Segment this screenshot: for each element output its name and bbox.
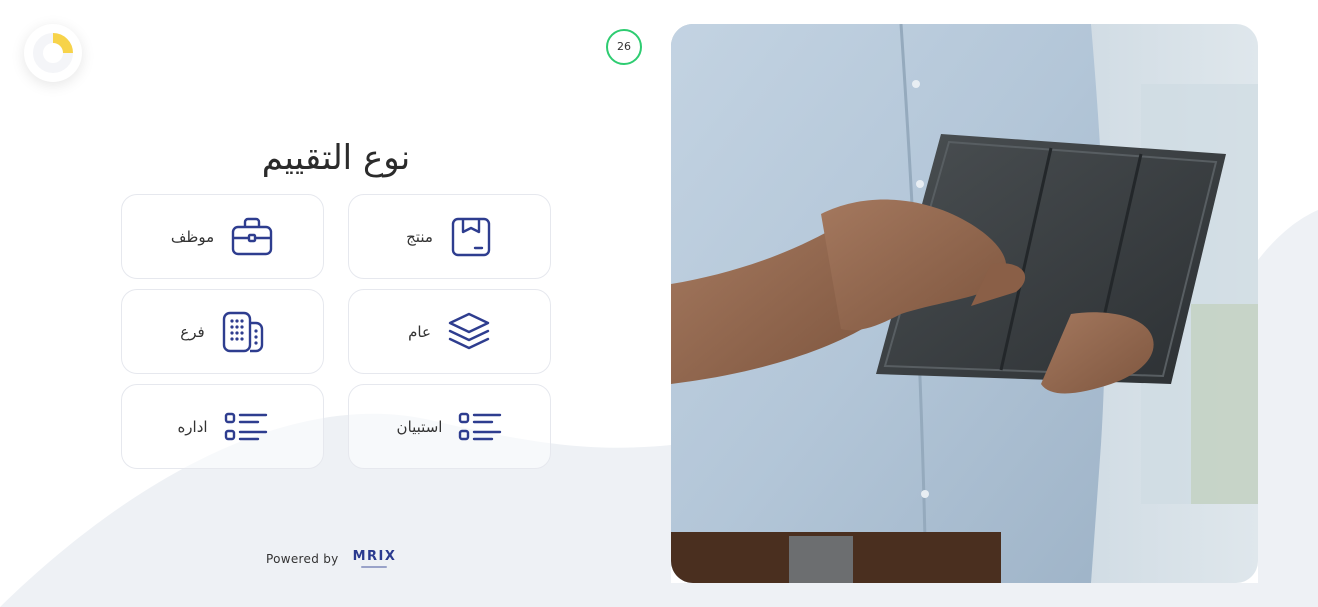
- person-holding-tablet-image: [671, 24, 1258, 583]
- option-survey-label: استبيان: [396, 417, 443, 436]
- powered-by: Powered by MRIX: [266, 550, 396, 568]
- option-employee[interactable]: موظف: [121, 194, 324, 279]
- briefcase-icon: [230, 215, 274, 259]
- option-employee-label: موظف: [170, 227, 215, 246]
- building-icon: [221, 310, 265, 354]
- countdown-timer: 26: [605, 28, 643, 66]
- option-survey[interactable]: استبيان: [348, 384, 551, 469]
- brand-logo[interactable]: MRIX: [353, 550, 397, 568]
- list-icon: [458, 405, 502, 449]
- option-product[interactable]: منتج: [348, 194, 551, 279]
- countdown-value: 26: [617, 40, 631, 53]
- evaluation-type-options: منتج موظف عام فرع استبيان اداره: [121, 194, 551, 469]
- option-general[interactable]: عام: [348, 289, 551, 374]
- option-general-label: عام: [408, 322, 431, 341]
- option-management-label: اداره: [177, 417, 208, 436]
- box-icon: [449, 215, 493, 259]
- loading-indicator-icon: [24, 24, 82, 82]
- option-branch-label: فرع: [180, 322, 205, 341]
- option-management[interactable]: اداره: [121, 384, 324, 469]
- layers-icon: [447, 310, 491, 354]
- list-icon: [224, 405, 268, 449]
- page-title: نوع التقييم: [261, 138, 411, 178]
- option-product-label: منتج: [406, 227, 433, 246]
- powered-by-text: Powered by: [266, 552, 339, 566]
- option-branch[interactable]: فرع: [121, 289, 324, 374]
